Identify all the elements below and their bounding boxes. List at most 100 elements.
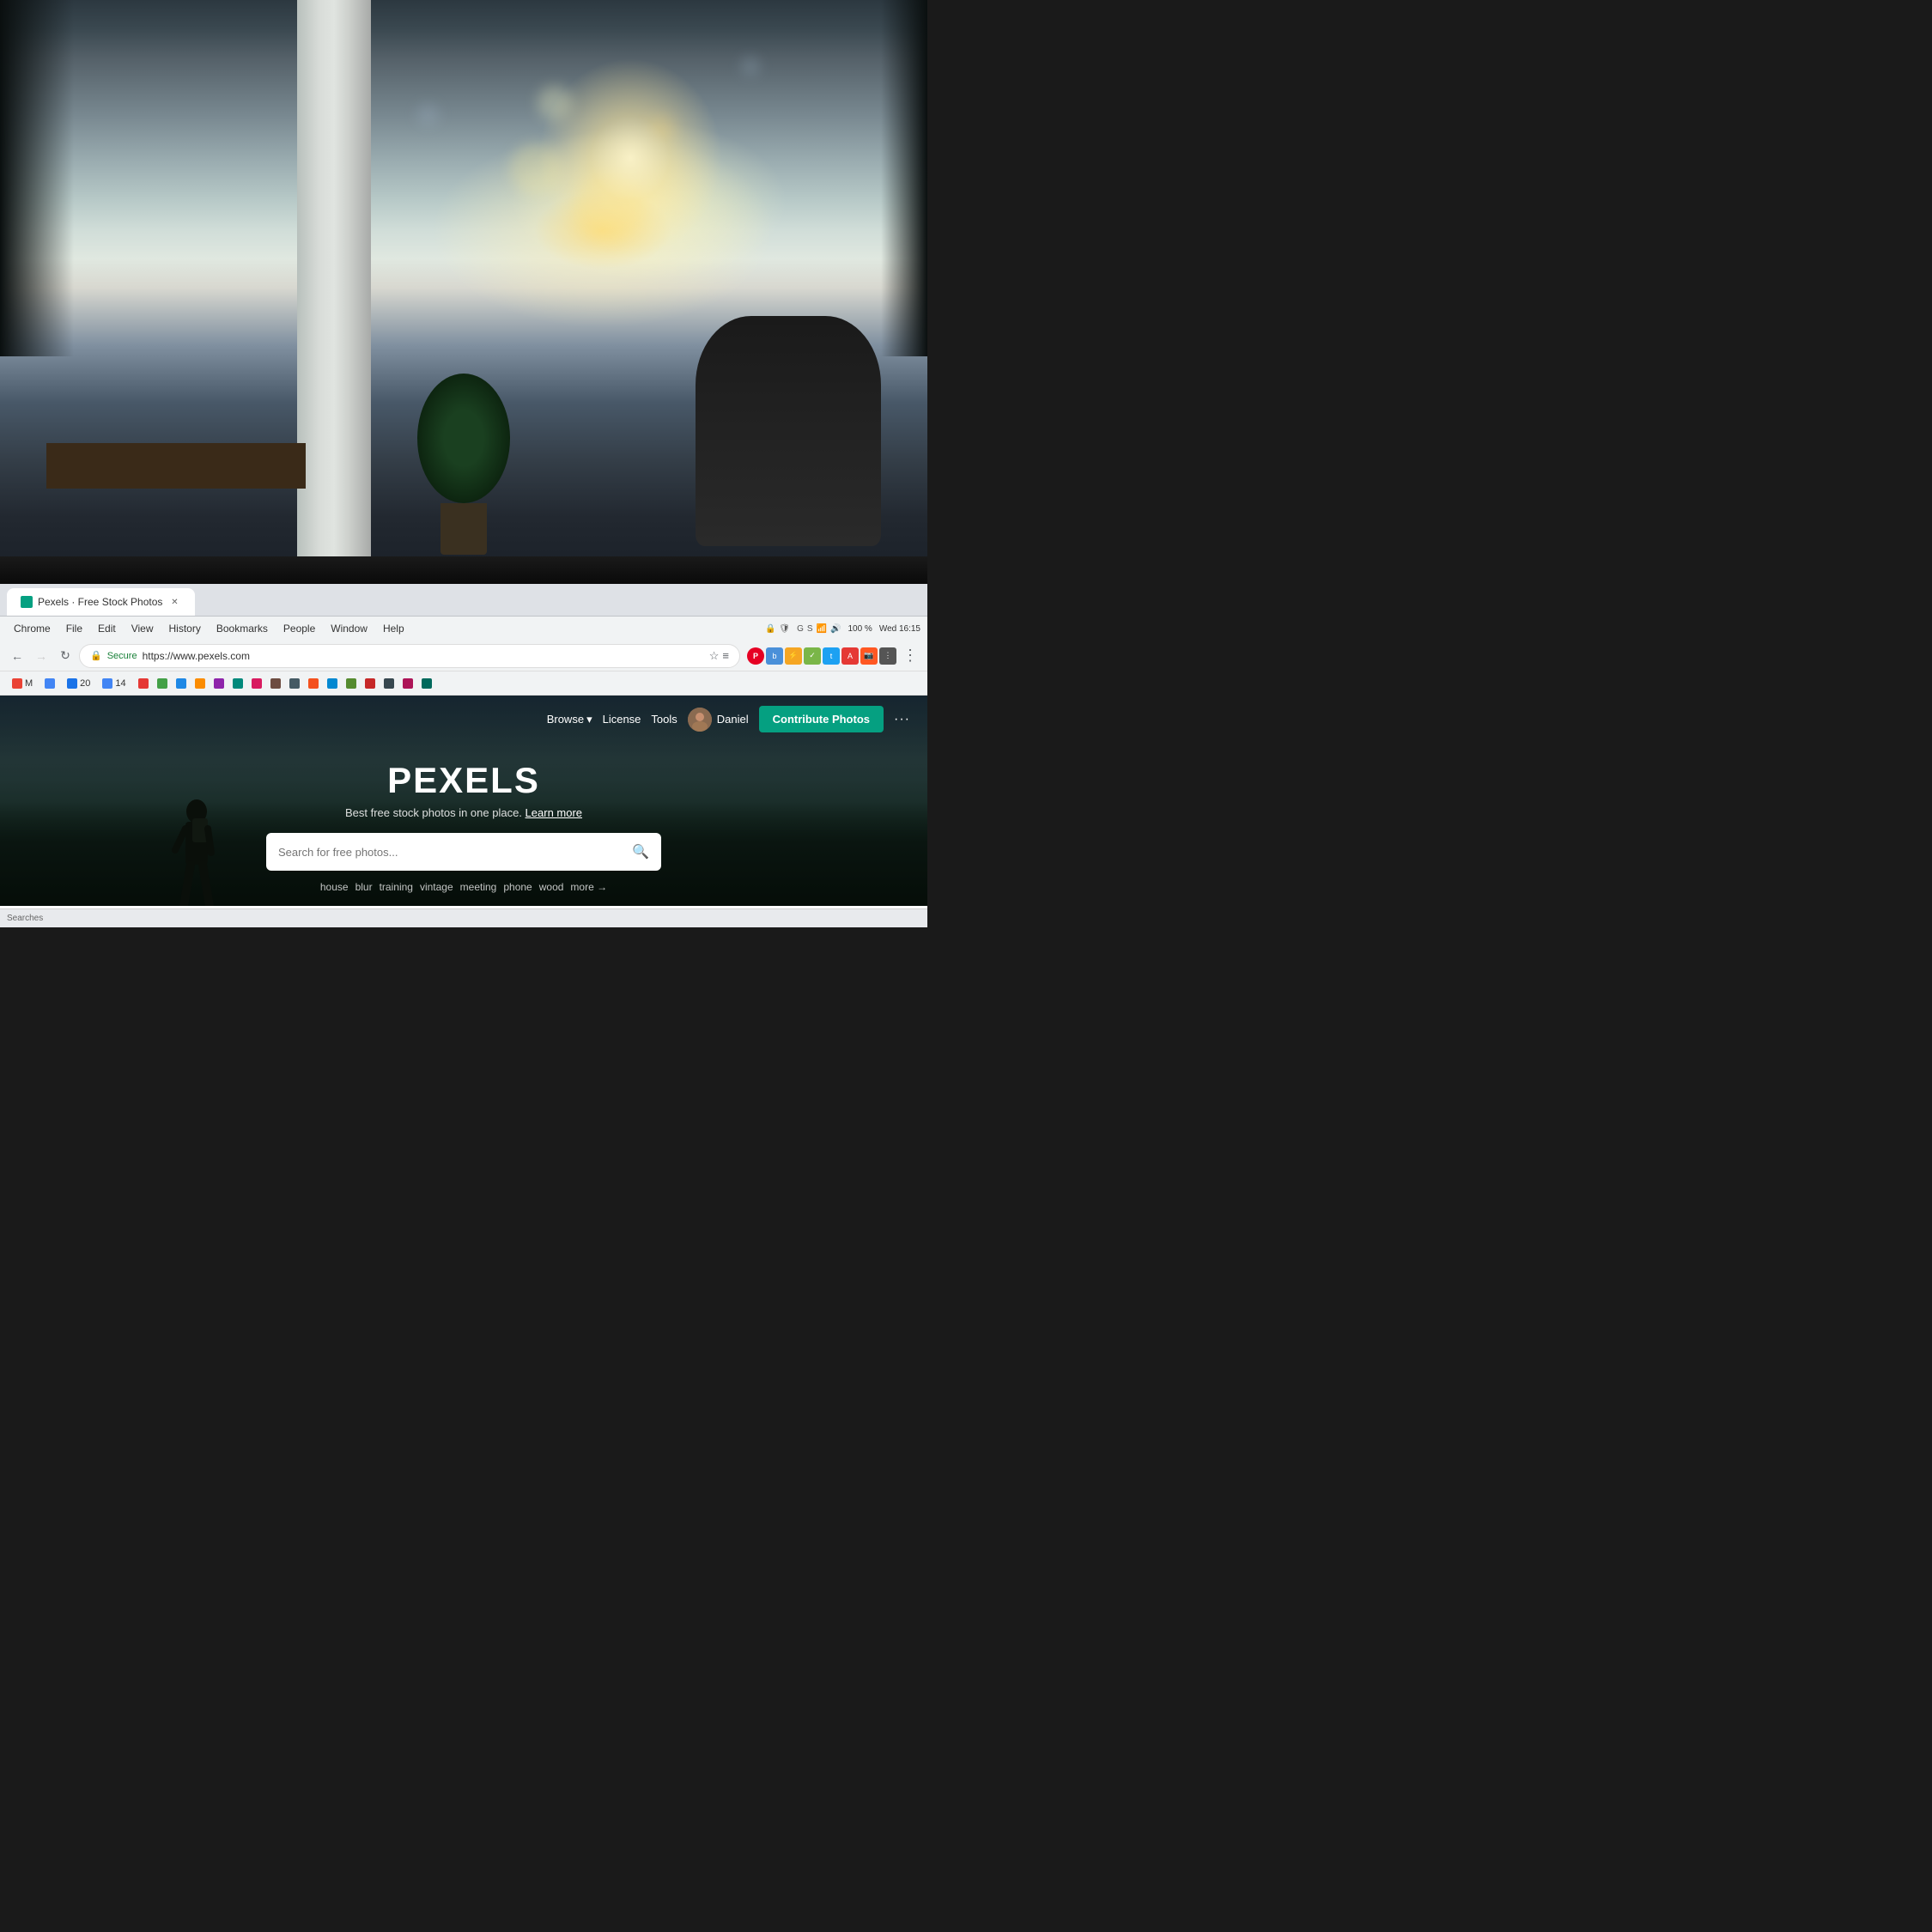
reload-button[interactable]: ↻ xyxy=(55,646,76,666)
ext-3[interactable]: ✓ xyxy=(804,647,821,665)
bookmark-b10[interactable] xyxy=(303,677,320,690)
hero-content: PEXELS Best free stock photos in one pla… xyxy=(0,743,927,906)
tab-title: Pexels · Free Stock Photos xyxy=(38,596,162,608)
forward-button[interactable]: → xyxy=(31,646,52,666)
address-bar[interactable]: 🔒 Secure https://www.pexels.com ☆ ≡ xyxy=(79,644,740,668)
ext-5[interactable]: A xyxy=(841,647,859,665)
tag-house[interactable]: house xyxy=(320,881,349,893)
bookmark-b7[interactable] xyxy=(246,677,264,690)
bookmark-b8[interactable] xyxy=(265,677,283,690)
screen: Pexels · Free Stock Photos ✕ Chrome File… xyxy=(0,584,927,927)
menu-chrome[interactable]: Chrome xyxy=(7,621,58,636)
bookmark-b14[interactable] xyxy=(379,677,396,690)
back-button[interactable]: ← xyxy=(7,646,27,666)
bookmark-b2[interactable] xyxy=(152,677,169,690)
pexels-nav: Browse ▾ License Tools Daniel xyxy=(0,696,927,743)
license-link[interactable]: License xyxy=(603,713,641,726)
ext-4[interactable]: t xyxy=(823,647,840,665)
address-right-icons: ☆ ≡ xyxy=(709,649,729,663)
bookmark-b12[interactable] xyxy=(341,677,358,690)
tab-favicon xyxy=(21,596,33,608)
bookmark-star-icon[interactable]: ☆ xyxy=(709,649,720,663)
tab-close-button[interactable]: ✕ xyxy=(167,595,181,609)
menu-window[interactable]: Window xyxy=(324,621,374,636)
ext-1[interactable]: b xyxy=(766,647,783,665)
search-bar[interactable]: 🔍 xyxy=(266,833,661,871)
menu-bookmarks[interactable]: Bookmarks xyxy=(210,621,275,636)
learn-more-link[interactable]: Learn more xyxy=(526,806,582,819)
window-light xyxy=(538,58,723,258)
bookmarks-bar: M 20 14 xyxy=(0,671,927,696)
pexels-subtitle: Best free stock photos in one place. Lea… xyxy=(17,806,910,819)
tag-vintage[interactable]: vintage xyxy=(420,881,453,893)
more-tags-link[interactable]: more → xyxy=(570,881,607,893)
user-avatar[interactable] xyxy=(688,708,712,732)
vignette-right xyxy=(881,0,927,356)
url-text: https://www.pexels.com xyxy=(143,650,704,662)
gmail-favicon xyxy=(12,678,22,689)
clock-display: Wed 16:15 xyxy=(879,624,920,634)
pexels-nav-links: Browse ▾ License Tools Daniel xyxy=(547,706,910,732)
bookmark-b3[interactable] xyxy=(171,677,188,690)
bookmark-b1[interactable] xyxy=(133,677,150,690)
ext-7[interactable]: ⋮ xyxy=(879,647,896,665)
ext-6[interactable]: 📷 xyxy=(860,647,878,665)
plant xyxy=(417,374,510,546)
secure-icon: 🔒 xyxy=(90,650,102,661)
bookmark-gmail[interactable]: M xyxy=(7,677,38,690)
bookmark-20[interactable]: 20 xyxy=(62,677,95,690)
browser-extensions: P b ⚡ ✓ t A 📷 ⋮ xyxy=(747,647,896,665)
table xyxy=(46,443,306,489)
tag-phone[interactable]: phone xyxy=(503,881,532,893)
search-tags: house blur training vintage meeting phon… xyxy=(17,881,910,893)
search-icon[interactable]: 🔍 xyxy=(632,843,649,860)
status-bar: Searches xyxy=(0,908,927,927)
bookmark-b6[interactable] xyxy=(228,677,245,690)
user-section: Daniel xyxy=(688,708,749,732)
b14-favicon xyxy=(102,678,112,689)
active-tab[interactable]: Pexels · Free Stock Photos ✕ xyxy=(7,588,195,616)
bookmark-gcal[interactable] xyxy=(39,677,60,690)
contribute-photos-button[interactable]: Contribute Photos xyxy=(759,706,884,732)
pexels-website: Browse ▾ License Tools Daniel xyxy=(0,696,927,906)
battery-display: 100 % xyxy=(848,624,872,634)
secure-label: Secure xyxy=(107,651,137,661)
gcal-favicon xyxy=(45,678,55,689)
bookmark-b13[interactable] xyxy=(360,677,377,690)
chrome-tabs-bar: Pexels · Free Stock Photos ✕ xyxy=(0,584,927,617)
office-pillar xyxy=(297,0,371,575)
status-text: Searches xyxy=(7,914,43,923)
bookmark-b9[interactable] xyxy=(284,677,301,690)
bookmark-14[interactable]: 14 xyxy=(97,677,131,690)
monitor-bezel xyxy=(0,556,927,584)
chrome-menu-button[interactable]: ⋮ xyxy=(900,646,920,666)
bookmark-b4[interactable] xyxy=(190,677,207,690)
menu-people[interactable]: People xyxy=(276,621,322,636)
chrome-menu-bar: Chrome File Edit View History Bookmarks … xyxy=(0,617,927,641)
b20-favicon xyxy=(67,678,77,689)
user-name[interactable]: Daniel xyxy=(717,713,749,726)
bookmark-b11[interactable] xyxy=(322,677,339,690)
ext-pinterest[interactable]: P xyxy=(747,647,764,665)
reader-icon[interactable]: ≡ xyxy=(722,649,729,662)
office-background xyxy=(0,0,927,575)
bookmark-b15[interactable] xyxy=(398,677,415,690)
menu-file[interactable]: File xyxy=(59,621,89,636)
ext-2[interactable]: ⚡ xyxy=(785,647,802,665)
tools-link[interactable]: Tools xyxy=(651,713,677,726)
tag-blur[interactable]: blur xyxy=(355,881,373,893)
pexels-title: PEXELS xyxy=(17,760,910,801)
system-icons: 🔒 🛡 G S 📶 🔊 100 % Wed 16:15 xyxy=(765,624,920,634)
bookmark-b16[interactable] xyxy=(416,677,434,690)
search-input[interactable] xyxy=(278,846,632,859)
menu-view[interactable]: View xyxy=(125,621,161,636)
tag-wood[interactable]: wood xyxy=(539,881,564,893)
menu-edit[interactable]: Edit xyxy=(91,621,123,636)
menu-help[interactable]: Help xyxy=(376,621,411,636)
more-menu-button[interactable]: ··· xyxy=(894,712,910,727)
menu-history[interactable]: History xyxy=(162,621,208,636)
browse-link[interactable]: Browse ▾ xyxy=(547,713,592,726)
bookmark-b5[interactable] xyxy=(209,677,226,690)
tag-meeting[interactable]: meeting xyxy=(460,881,497,893)
tag-training[interactable]: training xyxy=(380,881,413,893)
